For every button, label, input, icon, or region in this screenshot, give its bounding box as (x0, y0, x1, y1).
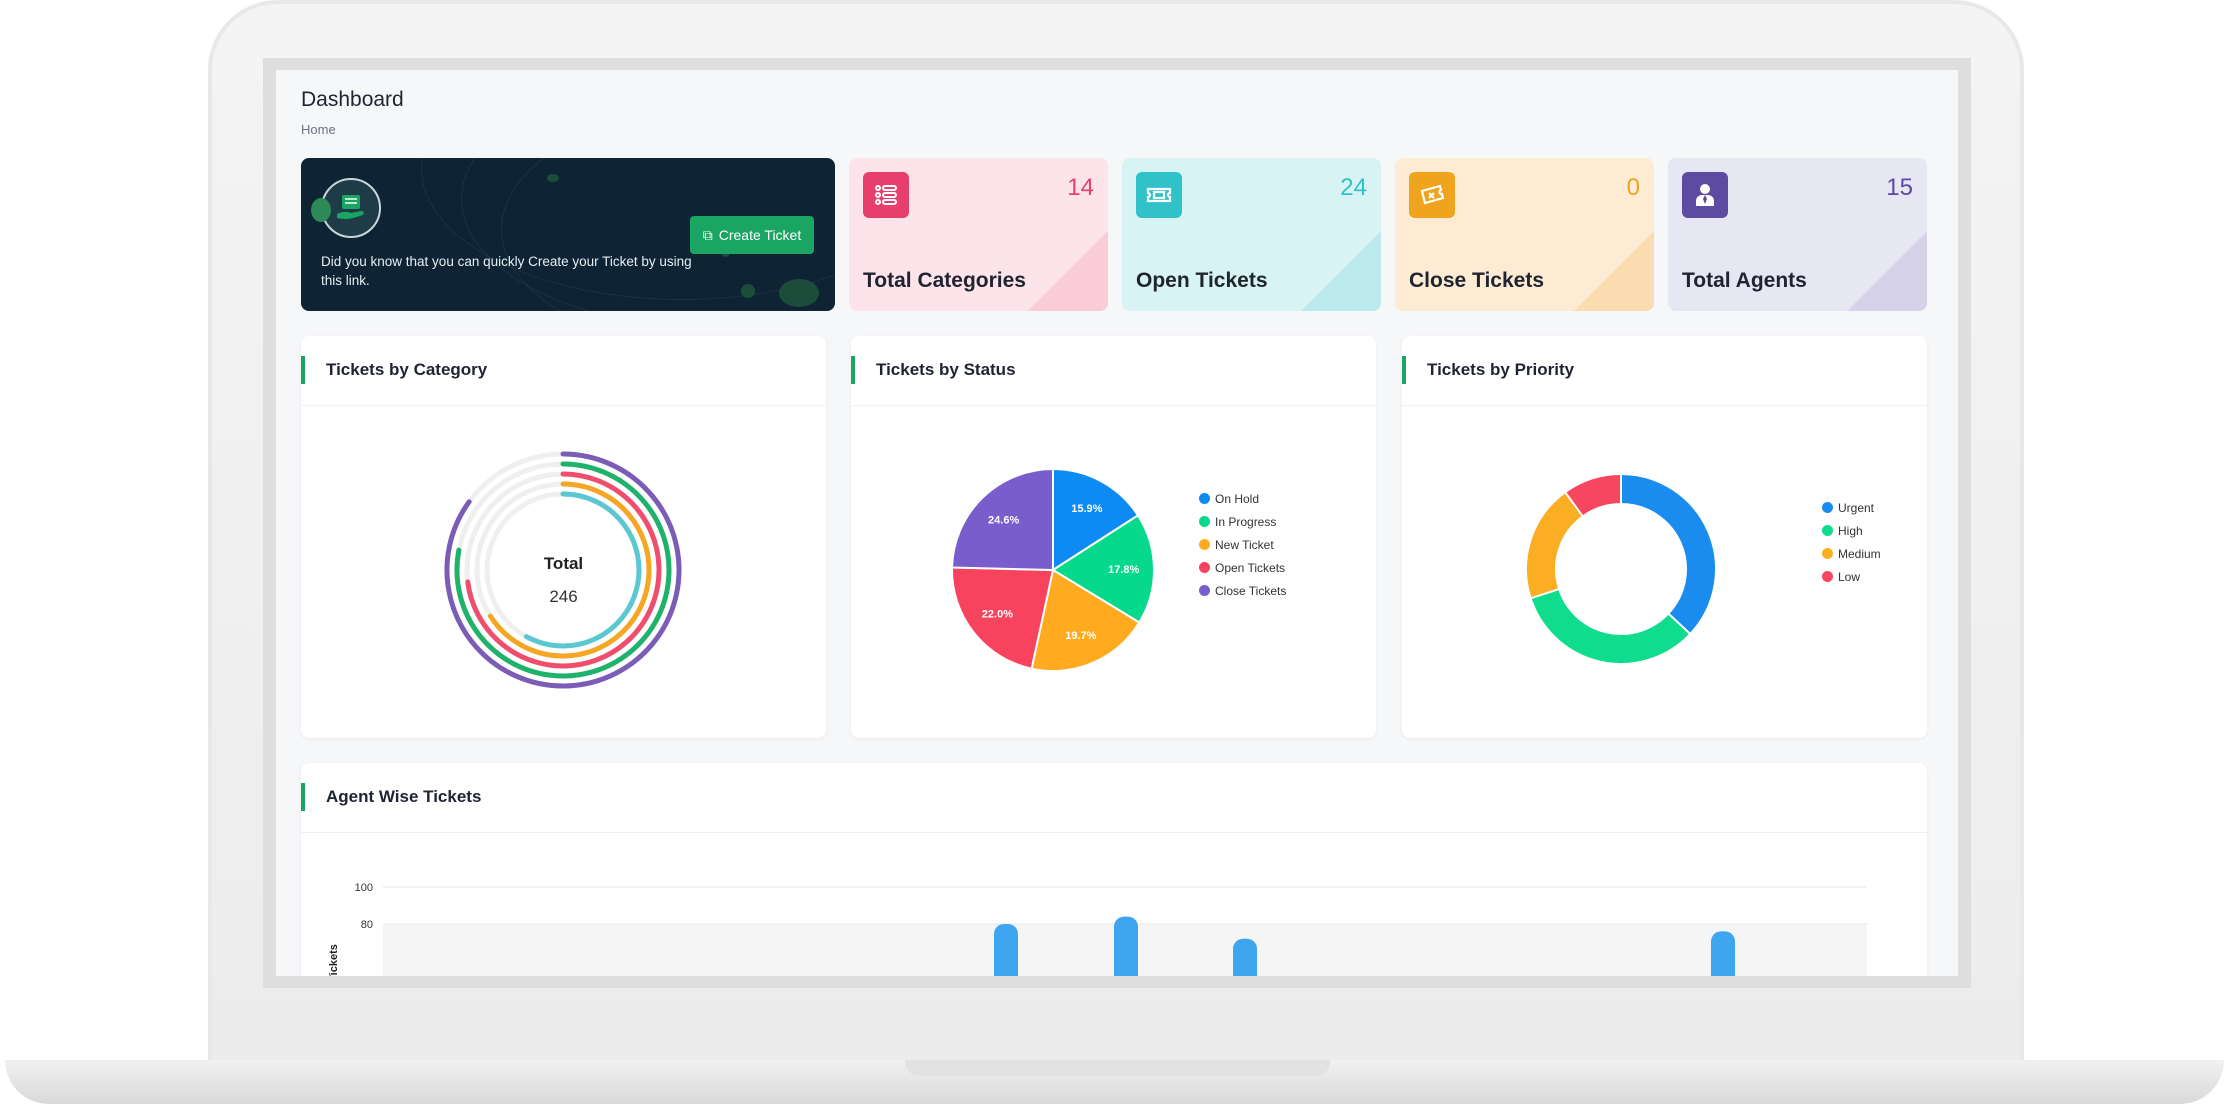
legend-item[interactable]: Low (1822, 565, 1881, 588)
tickets-by-category-card: Tickets by Category Total 246 (301, 336, 826, 738)
stat-label: Total Categories (863, 269, 1026, 292)
status-pie-chart: 15.9% 17.8% 19.7% 22.0% 24.6% (951, 467, 1155, 672)
legend-item[interactable]: Medium (1822, 542, 1881, 565)
card-header: Tickets by Priority (1402, 336, 1927, 406)
legend-swatch (1199, 539, 1210, 550)
y-tick-label: 80 (361, 919, 373, 931)
status-legend: On Hold In Progress New Ticket Open Tickets… (1199, 487, 1286, 602)
card-header: Agent Wise Tickets (301, 763, 1927, 833)
legend-swatch (1822, 548, 1833, 559)
pie-data-label: 15.9% (1071, 503, 1102, 515)
legend-label: Urgent (1838, 500, 1875, 515)
radial-center-value: 246 (549, 587, 578, 606)
card-header: Tickets by Category (301, 336, 826, 406)
agent-bar (1711, 931, 1735, 976)
page-title: Dashboard (301, 88, 404, 111)
tickets-by-priority-card: Tickets by Priority Urgent High Medium Low (1402, 336, 1927, 738)
agent-bar (994, 924, 1018, 976)
stat-close-tickets[interactable]: 0 Close Tickets (1395, 158, 1654, 311)
card-title: Tickets by Priority (1427, 360, 1575, 379)
legend-item[interactable]: Close Tickets (1199, 579, 1286, 602)
stat-total-categories[interactable]: 14 Total Categories (849, 158, 1108, 311)
stat-label: Open Tickets (1136, 269, 1268, 292)
promo-message: Did you know that you can quickly Create… (321, 254, 692, 288)
ticket-hand-icon (311, 178, 381, 238)
card-header: Tickets by Status (851, 336, 1376, 406)
create-ticket-label: Create Ticket (718, 227, 802, 243)
legend-label: New Ticket (1215, 537, 1274, 552)
agent-bar (1114, 916, 1138, 976)
donut-segment (1527, 492, 1583, 599)
card-title: Agent Wise Tickets (326, 787, 482, 806)
agent-bar-chart: 100 80 Tickets (328, 882, 1867, 976)
legend-item[interactable]: Open Tickets (1199, 556, 1286, 579)
card-title: Tickets by Category (326, 360, 488, 379)
agent-wise-tickets-card: Agent Wise Tickets 100 80 Tickets (301, 763, 1927, 976)
agent-bar (1233, 938, 1257, 976)
agent-icon (1682, 172, 1728, 218)
donut-segment (1565, 475, 1622, 516)
legend-swatch (1822, 525, 1833, 536)
stat-value: 14 (1067, 174, 1094, 201)
legend-item[interactable]: New Ticket (1199, 533, 1286, 556)
pie-data-label: 22.0% (982, 609, 1013, 621)
legend-swatch (1199, 493, 1210, 504)
stat-total-agents[interactable]: 15 Total Agents (1668, 158, 1927, 311)
legend-label: Low (1838, 569, 1861, 584)
ticket-icon (1136, 172, 1182, 218)
y-tick-label: 100 (355, 882, 373, 894)
legend-item[interactable]: Urgent (1822, 496, 1881, 519)
legend-swatch (1199, 585, 1210, 596)
pie-data-label: 19.7% (1065, 630, 1096, 642)
stat-value: 24 (1340, 174, 1367, 201)
legend-item[interactable]: On Hold (1199, 487, 1286, 510)
stat-value: 15 (1886, 174, 1913, 201)
donut-segment (1531, 588, 1690, 663)
breadcrumb-home[interactable]: Home (301, 122, 336, 137)
stat-value: 0 (1626, 174, 1640, 201)
legend-label: On Hold (1215, 491, 1260, 506)
legend-swatch (1199, 562, 1210, 573)
close-ticket-icon (1409, 172, 1455, 218)
legend-label: Medium (1838, 546, 1881, 561)
card-title: Tickets by Status (876, 360, 1016, 379)
legend-label: Open Tickets (1215, 560, 1286, 575)
stat-open-tickets[interactable]: 24 Open Tickets (1122, 158, 1381, 311)
pie-data-label: 17.8% (1108, 564, 1139, 576)
copy-icon: ⧉ (702, 226, 713, 243)
dashboard-screen: Dashboard Home Did you know that you can… (276, 70, 1958, 976)
stat-label: Total Agents (1682, 269, 1807, 292)
donut-segment (1620, 475, 1715, 634)
pie-data-label: 24.6% (988, 514, 1019, 526)
legend-swatch (1822, 571, 1833, 582)
y-axis-label: Tickets (328, 944, 340, 976)
stat-label: Close Tickets (1409, 269, 1545, 292)
legend-item[interactable]: In Progress (1199, 510, 1286, 533)
legend-item[interactable]: High (1822, 519, 1881, 542)
priority-legend: Urgent High Medium Low (1822, 496, 1881, 588)
legend-label: In Progress (1215, 514, 1277, 529)
list-icon (863, 172, 909, 218)
create-ticket-promo: Did you know that you can quickly Create… (301, 158, 835, 311)
legend-swatch (1822, 502, 1833, 513)
radial-center-label: Total (543, 554, 584, 573)
legend-label: High (1838, 523, 1863, 538)
laptop-notch (905, 1060, 1330, 1076)
legend-swatch (1199, 516, 1210, 527)
legend-label: Close Tickets (1215, 583, 1287, 598)
create-ticket-button[interactable]: ⧉ Create Ticket (690, 216, 814, 254)
tickets-by-status-card: Tickets by Status 15.9% 17.8% 19.7% 22.0% 24… (851, 336, 1376, 738)
